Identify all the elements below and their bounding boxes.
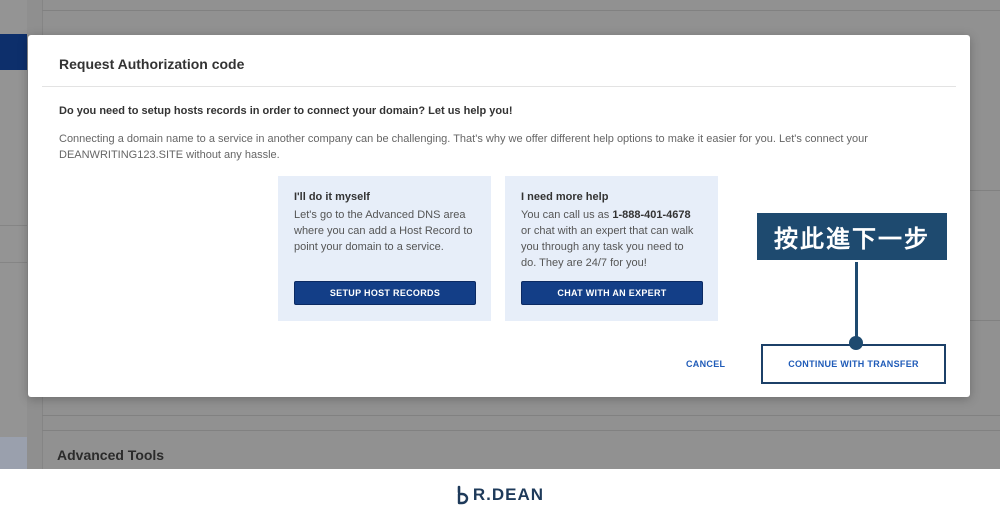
annotation-pointer-dot: [849, 336, 863, 350]
card-text: You can call us as 1-888-401-4678 or cha…: [521, 207, 702, 271]
background-divider: [42, 415, 1000, 416]
background-sidebar: [0, 0, 27, 469]
help-question: Do you need to setup hosts records in or…: [59, 105, 513, 117]
brand-d-icon: [457, 485, 469, 505]
card-title: I need more help: [521, 191, 609, 203]
brand-text: R.DEAN: [472, 485, 545, 504]
background-divider: [0, 262, 27, 263]
chat-with-expert-button[interactable]: CHAT WITH AN EXPERT: [521, 281, 703, 305]
cancel-button[interactable]: CANCEL: [686, 359, 725, 369]
card-text-before: You can call us as: [521, 209, 613, 221]
card-text: Let's go to the Advanced DNS area where …: [294, 209, 473, 253]
brand-logo: R.DEAN: [456, 485, 544, 505]
background-sidebar-active-item: [0, 34, 27, 70]
background-section-title: Advanced Tools: [57, 447, 165, 463]
annotation-pointer-line: [855, 262, 858, 340]
background-divider: [0, 225, 27, 226]
annotation-callout: 按此進下一步: [755, 211, 949, 262]
background-sidebar-item: [0, 437, 27, 469]
setup-host-records-button[interactable]: SETUP HOST RECORDS: [294, 281, 476, 305]
more-help-card: I need more help You can call us as 1-88…: [505, 176, 718, 321]
background-divider: [42, 10, 1000, 11]
modal-title: Request Authorization code: [59, 56, 245, 72]
card-title: I'll do it myself: [294, 191, 370, 203]
modal-divider: [42, 86, 956, 87]
card-text-after: or chat with an expert that can walk you…: [521, 225, 694, 269]
support-phone-number[interactable]: 1-888-401-4678: [612, 209, 690, 221]
brand-footer: R.DEAN: [0, 469, 1000, 521]
continue-with-transfer-button[interactable]: CONTINUE WITH TRANSFER: [761, 344, 946, 384]
self-help-card: I'll do it myself Let's go to the Advanc…: [278, 176, 491, 321]
help-description: Connecting a domain name to a service in…: [59, 133, 868, 161]
background-divider: [42, 430, 1000, 431]
